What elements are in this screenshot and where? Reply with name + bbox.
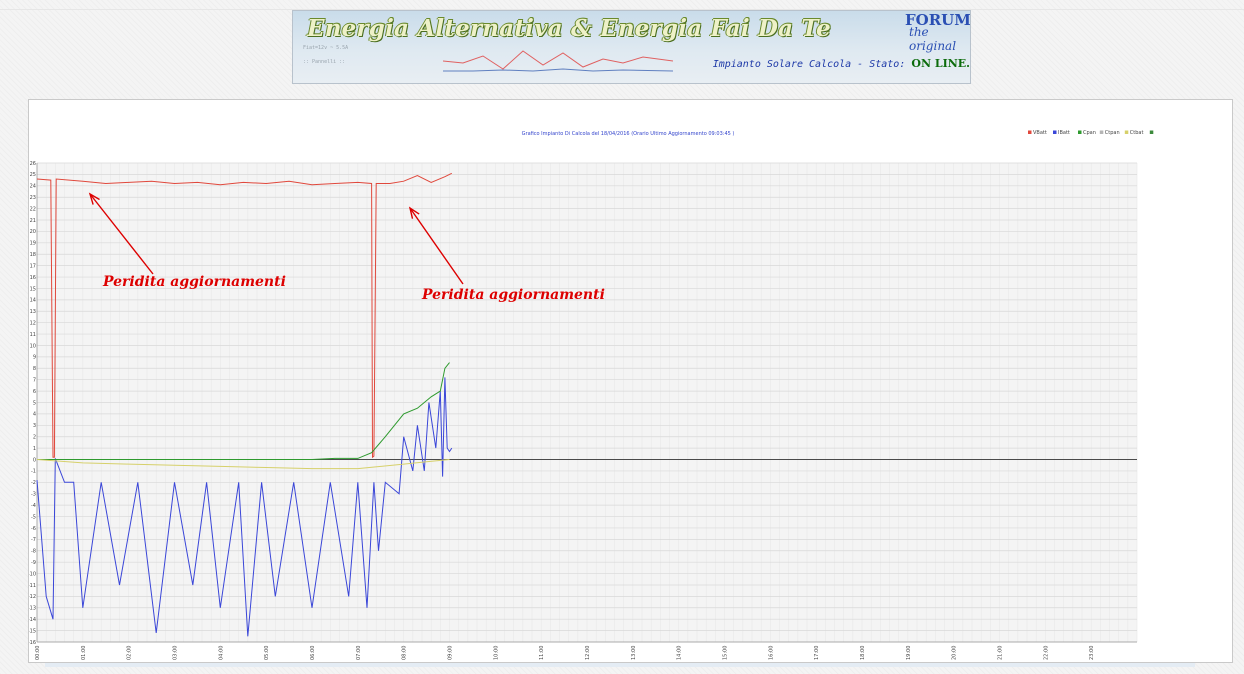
x-tick-label: 00:00 <box>35 646 41 660</box>
y-tick-label: 15 <box>30 286 36 292</box>
y-tick-label: -1 <box>31 469 36 475</box>
x-tick-label: 17:00 <box>814 646 820 660</box>
y-tick-label: 13 <box>30 309 36 315</box>
x-tick-label: 21:00 <box>998 646 1004 660</box>
banner-decoration: :: Pannelli :: <box>303 59 346 65</box>
chart-panel: 26 25 24 23 22 21 20 19 18 17 16 15 14 13 12 11 10 9 8 7 6 5 4… <box>28 99 1233 663</box>
x-tick-label: 03:00 <box>173 646 179 660</box>
y-tick-label: -4 <box>31 503 36 509</box>
y-tick-label: -10 <box>29 571 36 577</box>
y-tick-label: -16 <box>29 640 36 646</box>
y-tick-label: -11 <box>29 583 36 589</box>
banner-title: Energia Alternativa & Energia Fai Da Te <box>307 15 831 42</box>
y-tick-label: -12 <box>29 594 36 600</box>
footer-bar <box>45 663 1195 667</box>
x-tick-label: 16:00 <box>768 646 774 660</box>
y-tick-label: -2 <box>31 480 36 486</box>
banner-decoration: Fiat=12v ~ 5.5A <box>303 45 349 51</box>
legend-label: Ctbat <box>1130 130 1144 136</box>
y-tick-label: 19 <box>30 241 36 247</box>
y-tick-label: -15 <box>29 628 36 634</box>
x-tick-label: 02:00 <box>127 646 133 660</box>
y-tick-label: 17 <box>30 263 36 269</box>
banner-graph-decoration <box>443 50 673 72</box>
system-status: Impianto Solare Calcola - Stato: ON LINE… <box>713 57 970 70</box>
legend-swatch <box>1099 130 1104 134</box>
y-tick-label: 18 <box>30 252 36 258</box>
x-tick-label: 07:00 <box>356 646 362 660</box>
x-tick-label: 11:00 <box>539 646 545 660</box>
legend-swatch <box>1053 130 1057 134</box>
y-tick-label: 0 <box>33 457 36 463</box>
x-tick-label: 18:00 <box>860 646 866 660</box>
y-tick-label: 26 <box>30 161 36 167</box>
y-tick-label: -14 <box>29 617 36 623</box>
legend-label: Ctpan <box>1105 130 1120 136</box>
x-tick-label: 01:00 <box>81 646 87 660</box>
chart: 2625242322212019181716151413121110987654… <box>29 130 1154 660</box>
y-tick-label: 3 <box>33 423 36 429</box>
y-tick-label: 7 <box>33 377 36 383</box>
x-tick-label: 14:00 <box>677 646 683 660</box>
y-tick-label: 22 <box>30 206 36 212</box>
y-tick-label: -3 <box>31 492 36 498</box>
x-tick-label: 15:00 <box>723 646 729 660</box>
y-tick-label: -5 <box>31 514 36 520</box>
status-value: ON LINE. <box>911 57 970 70</box>
annotation-label: Peridita aggiornamenti <box>421 287 605 303</box>
x-tick-label: 13:00 <box>631 646 637 660</box>
x-tick-label: 19:00 <box>906 646 912 660</box>
forum-logo-subtitle: the original <box>909 25 957 53</box>
x-tick-label: 20:00 <box>952 646 958 660</box>
y-tick-label: 4 <box>33 412 36 418</box>
y-tick-label: 16 <box>30 275 36 281</box>
site-banner[interactable]: Fiat=12v ~ 5.5A :: Pannelli :: Energia A… <box>292 10 971 84</box>
y-tick-label: 11 <box>30 332 36 338</box>
y-tick-label: 10 <box>30 343 36 349</box>
y-tick-label: 6 <box>33 389 36 395</box>
x-tick-label: 08:00 <box>402 646 408 660</box>
x-tick-label: 10:00 <box>493 646 499 660</box>
x-tick-label: 04:00 <box>218 646 224 660</box>
y-tick-label: 21 <box>30 218 36 224</box>
x-tick-label: 05:00 <box>264 646 270 660</box>
y-tick-label: 8 <box>33 366 36 372</box>
legend-label: Cpan <box>1083 130 1096 136</box>
legend-swatch <box>1078 130 1082 134</box>
legend-swatch <box>1124 130 1129 134</box>
legend-label: IBatt <box>1058 130 1070 136</box>
y-tick-label: 2 <box>33 435 36 441</box>
x-tick-label: 09:00 <box>448 646 454 660</box>
legend-label: VBatt <box>1033 130 1047 136</box>
y-tick-label: 23 <box>30 195 36 201</box>
y-tick-label: 12 <box>30 320 36 326</box>
chart-title: Grafico Impianto Di Calcola del 18/04/20… <box>522 131 735 137</box>
annotation-label: Peridita aggiornamenti <box>102 274 286 290</box>
legend-swatch <box>1028 130 1032 134</box>
y-tick-label: -9 <box>31 560 36 566</box>
y-tick-label: -6 <box>31 526 36 532</box>
legend-swatch <box>1149 130 1154 134</box>
y-tick-label: 9 <box>33 355 36 361</box>
x-tick-label: 23:00 <box>1089 646 1095 660</box>
y-tick-label: 20 <box>30 229 36 235</box>
y-tick-label: 5 <box>33 400 36 406</box>
y-tick-label: 25 <box>30 172 36 178</box>
y-tick-label: -13 <box>29 606 36 612</box>
y-tick-label: -8 <box>31 549 36 555</box>
y-tick-label: 24 <box>30 184 36 190</box>
x-tick-label: 06:00 <box>310 646 316 660</box>
y-tick-label: -7 <box>31 537 36 543</box>
status-label: Impianto Solare Calcola - Stato: <box>712 59 906 70</box>
x-tick-label: 22:00 <box>1043 646 1049 660</box>
y-tick-label: 14 <box>30 298 36 304</box>
y-tick-label: 1 <box>33 446 36 452</box>
x-tick-label: 12:00 <box>585 646 591 660</box>
